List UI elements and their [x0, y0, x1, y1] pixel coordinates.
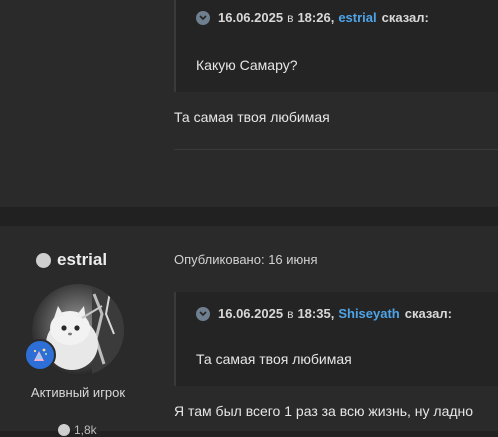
- quote-said: сказал:: [404, 306, 452, 321]
- quote-text: Та самая твоя любимая: [196, 351, 352, 367]
- published-date[interactable]: Опубликовано: 16 июня: [174, 252, 318, 267]
- quote-date: 16.06.2025: [218, 306, 284, 321]
- message-text: Та самая твоя любимая: [174, 109, 330, 125]
- chevron-down-icon[interactable]: [196, 306, 210, 321]
- quote-block-2: 16.06.2025 в 18:35, Shiseyath сказал: Та…: [174, 292, 498, 386]
- username[interactable]: estrial: [36, 250, 107, 270]
- quote-time[interactable]: 18:26,: [297, 10, 334, 25]
- quote-header-2: 16.06.2025 в 18:35, Shiseyath сказал:: [196, 306, 452, 321]
- user-stat: 1,8k: [58, 423, 97, 437]
- user-role: Активный игрок: [30, 385, 126, 400]
- quote-author-link[interactable]: estrial: [338, 10, 376, 25]
- quote-date: 16.06.2025: [218, 10, 284, 25]
- quote-time[interactable]: 18:35,: [297, 306, 334, 321]
- post-top: 16.06.2025 в 18:26, estrial сказал: Каку…: [0, 0, 498, 207]
- quote-block: 16.06.2025 в 18:26, estrial сказал: Каку…: [174, 0, 498, 92]
- trophy-badge-icon[interactable]: [24, 339, 56, 371]
- stat-icon: [58, 424, 70, 436]
- chevron-down-icon[interactable]: [196, 10, 210, 25]
- username-label[interactable]: estrial: [57, 250, 107, 270]
- quote-text: Какую Самару?: [196, 57, 298, 73]
- quote-at: в: [287, 10, 294, 25]
- message-text-2: Я там был всего 1 раз за всю жизнь, ну л…: [174, 403, 474, 419]
- stat-value: 1,8k: [74, 423, 97, 437]
- quote-header: 16.06.2025 в 18:26, estrial сказал:: [196, 10, 429, 25]
- divider: [174, 149, 498, 150]
- quote-at: в: [287, 306, 294, 321]
- quote-said: сказал:: [381, 10, 429, 25]
- quote-author-link[interactable]: Shiseyath: [338, 306, 399, 321]
- online-status-icon: [36, 252, 51, 268]
